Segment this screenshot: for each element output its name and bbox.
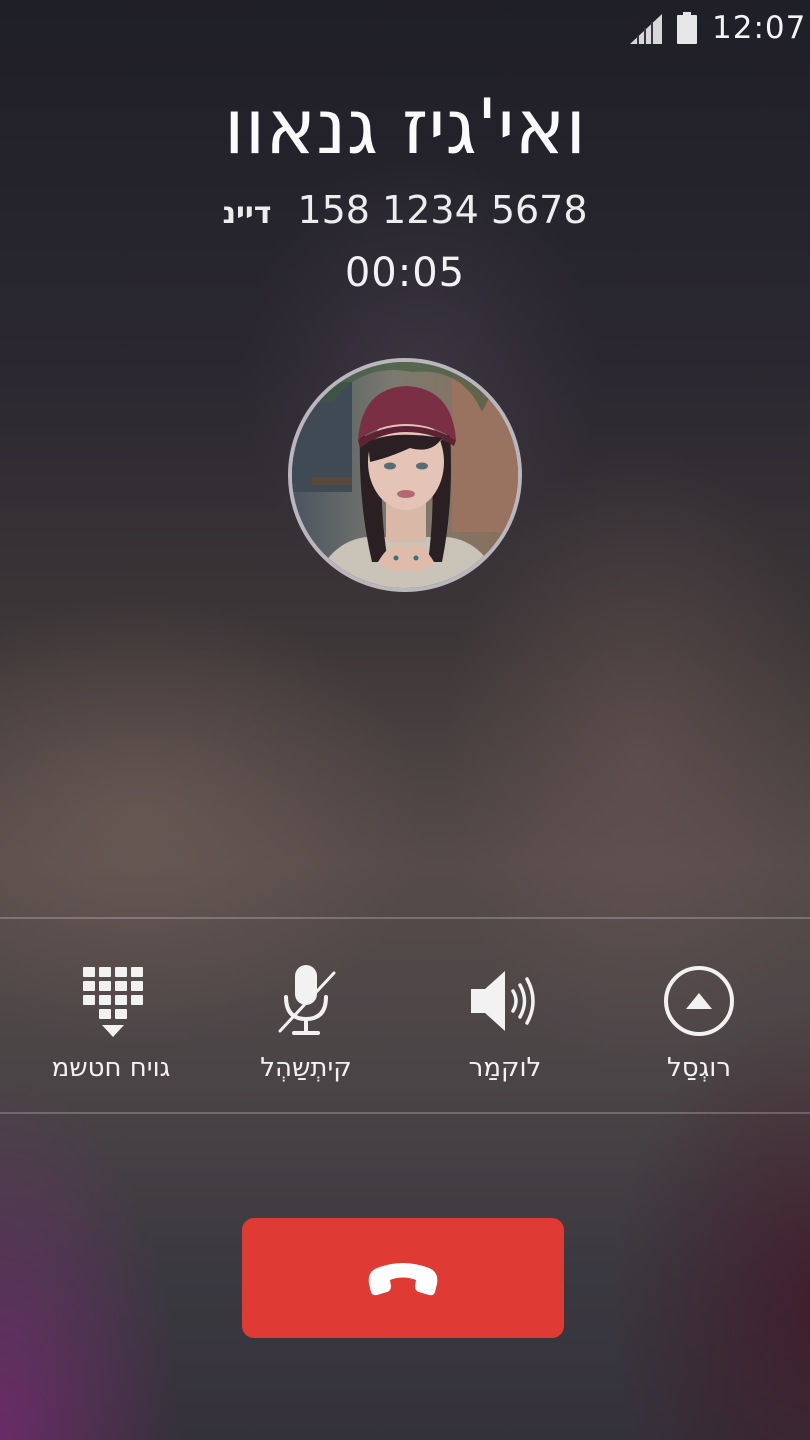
- hold-label: רוגְסַל: [666, 1053, 732, 1083]
- dialpad-icon: [83, 967, 143, 1037]
- signal-strength-icon: [630, 14, 662, 44]
- status-time: 12:07: [712, 10, 807, 46]
- dialpad-label: גויח חטשמ: [51, 1053, 171, 1083]
- contact-avatar: [288, 358, 522, 592]
- eject-circle-icon: [664, 966, 734, 1036]
- speaker-label: לוקמַר: [468, 1053, 542, 1083]
- microphone-muted-icon: [278, 965, 336, 1035]
- end-call-button[interactable]: [242, 1218, 564, 1338]
- caller-number: 158 1234 5678: [297, 188, 588, 232]
- caller-name: ואי'גיז גנאוו: [223, 82, 587, 171]
- speaker-button[interactable]: לוקמַר: [405, 955, 605, 1095]
- hold-button[interactable]: רוגְסַל: [599, 955, 799, 1095]
- speaker-icon: [471, 971, 535, 1031]
- call-screen: 12:07 ואי'גיז גנאוו דיינ 158 1234 5678 0…: [0, 0, 810, 1440]
- controls-divider-bottom: [0, 1112, 810, 1114]
- phone-hangup-icon: [368, 1263, 438, 1296]
- battery-icon: [677, 12, 697, 44]
- status-bar: 12:07: [0, 0, 810, 64]
- mute-button[interactable]: קיתְשַהְל: [206, 955, 406, 1095]
- controls-divider-top: [0, 917, 810, 919]
- dialpad-button[interactable]: גויח חטשמ: [11, 955, 211, 1095]
- call-duration: 00:05: [344, 250, 466, 296]
- contact-photo: [292, 362, 518, 588]
- number-type-label: דיינ: [222, 196, 272, 231]
- caller-number-row: דיינ 158 1234 5678: [0, 188, 810, 232]
- mute-label: קיתְשַהְל: [260, 1053, 352, 1083]
